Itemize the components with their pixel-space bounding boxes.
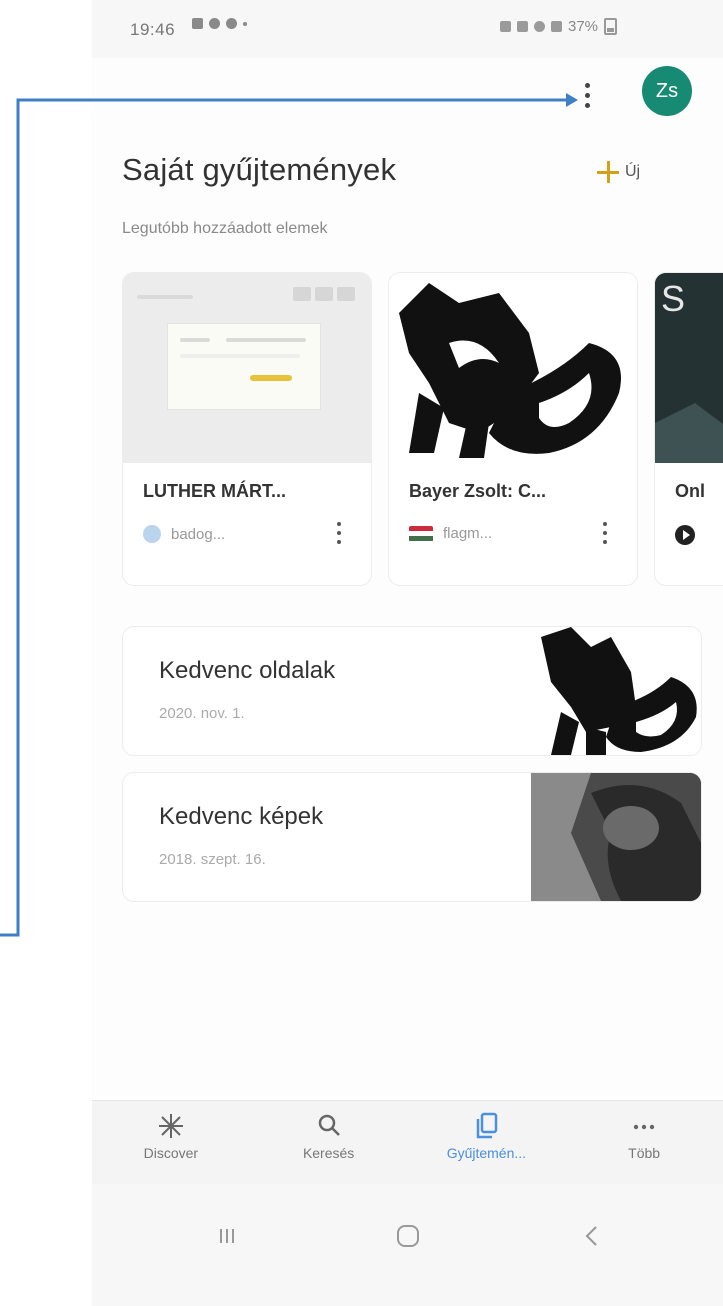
app-bar	[92, 62, 723, 132]
recent-item-source	[675, 525, 695, 545]
nav-label: Gyűjtemén...	[446, 1145, 527, 1161]
recent-item-card[interactable]: LUTHER MÁRT... badog...	[122, 272, 372, 586]
collection-thumbnail	[531, 627, 701, 755]
nav-more[interactable]: Több	[565, 1101, 723, 1185]
recent-item-source: badog...	[143, 525, 225, 543]
recent-item-card[interactable]: Bayer Zsolt: C... flagm...	[388, 272, 638, 586]
collection-row[interactable]: Kedvenc oldalak 2020. nov. 1.	[122, 626, 702, 756]
play-icon	[675, 525, 695, 545]
sync-icon	[209, 18, 220, 29]
avatar[interactable]: Zs	[642, 66, 692, 116]
nav-label: Keresés	[302, 1145, 355, 1161]
system-navigation-bar	[92, 1184, 723, 1306]
signal-icon	[551, 21, 562, 32]
home-icon	[397, 1225, 419, 1247]
location-icon	[192, 18, 203, 29]
sparkle-icon	[158, 1114, 183, 1138]
plus-icon	[597, 161, 619, 183]
recent-item-source: flagm...	[409, 525, 492, 542]
collection-date: 2018. szept. 16.	[159, 851, 266, 868]
webpage-thumbnail	[123, 273, 371, 463]
nfc-icon	[500, 21, 511, 32]
sync-icon	[226, 18, 237, 29]
recent-item-source-label: flagm...	[443, 525, 493, 542]
bottom-navigation: Discover Keresés Gyűjtemén... Több	[92, 1100, 723, 1185]
recent-item-card[interactable]: S Onl	[654, 272, 723, 586]
recent-apps-icon	[220, 1229, 234, 1243]
collections-icon	[477, 1112, 498, 1139]
back-button[interactable]	[562, 1216, 622, 1256]
nav-discover[interactable]: Discover	[92, 1101, 250, 1185]
recent-apps-button[interactable]	[197, 1216, 257, 1256]
status-time: 19:46	[130, 20, 176, 39]
recent-item-title: Bayer Zsolt: C...	[409, 481, 547, 501]
battery-percent: 37%	[568, 18, 599, 35]
collection-row[interactable]: Kedvenc képek 2018. szept. 16.	[122, 772, 702, 902]
collection-title: Kedvenc képek	[159, 803, 324, 830]
svg-text:S: S	[661, 278, 685, 319]
more-vert-icon	[584, 83, 590, 88]
collection-title: Kedvenc oldalak	[159, 657, 336, 684]
recent-item-title: LUTHER MÁRT...	[143, 481, 286, 501]
mute-icon	[517, 21, 528, 32]
hungarian-flag-icon	[409, 525, 433, 542]
status-bar: 19:46 37%	[92, 0, 723, 58]
overflow-menu-button[interactable]	[575, 78, 599, 118]
more-vert-icon	[603, 522, 607, 526]
collection-thumbnail	[531, 773, 701, 901]
more-vert-icon	[337, 522, 341, 526]
page-title: Saját gyűjtemények	[122, 152, 397, 187]
app-screen: 19:46 37% Zs Saját gyűjtemények Legutóbb…	[92, 0, 723, 1306]
system-icons: 37%	[500, 18, 618, 35]
capricorn-thumbnail	[389, 273, 637, 463]
item-menu-button[interactable]	[597, 517, 613, 555]
nav-label: Több	[628, 1145, 661, 1161]
search-icon	[318, 1114, 340, 1136]
collection-date: 2020. nov. 1.	[159, 705, 245, 722]
new-collection-button[interactable]: Új	[597, 150, 640, 194]
dot-icon	[243, 21, 247, 26]
nav-collections[interactable]: Gyűjtemén...	[408, 1101, 566, 1185]
site-favicon-icon	[143, 525, 161, 543]
page-subtitle: Legutóbb hozzáadott elemek	[122, 220, 328, 237]
wifi-icon	[534, 21, 545, 32]
nav-search[interactable]: Keresés	[250, 1101, 408, 1185]
nav-label: Discover	[143, 1145, 199, 1161]
home-button[interactable]	[378, 1216, 438, 1256]
video-thumbnail: S	[655, 273, 723, 463]
recent-item-source-label: badog...	[171, 525, 226, 543]
item-menu-button[interactable]	[331, 517, 347, 555]
recent-item-title: Onl	[675, 481, 705, 501]
notification-icons	[192, 18, 247, 29]
more-horiz-icon	[633, 1124, 655, 1130]
new-collection-label: Új	[625, 163, 641, 180]
back-icon	[585, 1226, 597, 1246]
battery-icon	[604, 18, 618, 35]
